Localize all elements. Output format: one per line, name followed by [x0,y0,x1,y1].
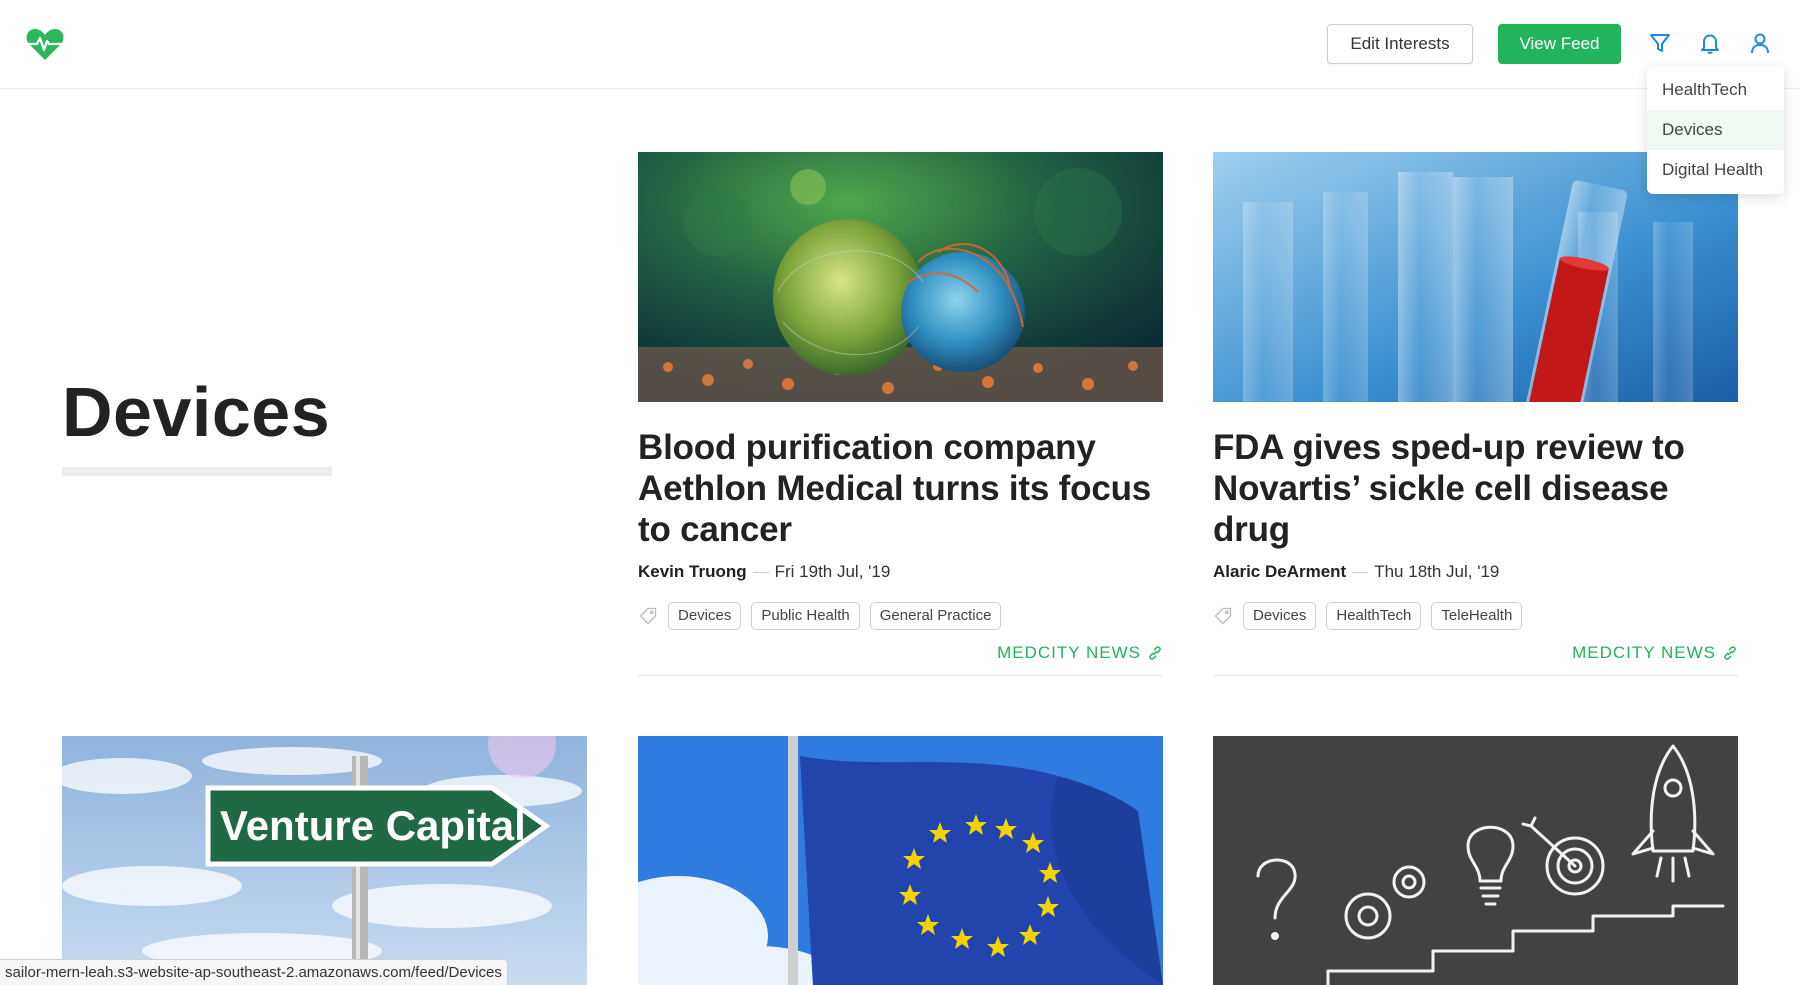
user-icon[interactable] [1745,28,1775,58]
meta-separator [752,571,769,573]
interests-dropdown-menu: HealthTech Devices Digital Health [1647,66,1784,194]
article-card: Blood purification company Aethlon Medic… [638,152,1163,676]
article-tags: Devices Public Health General Practice [638,602,1163,630]
tag-healthtech[interactable]: HealthTech [1326,602,1422,630]
top-nav-bar: Edit Interests View Feed [0,0,1800,89]
sign-text: Venture Capital [220,802,526,849]
article-tags: Devices HealthTech TeleHealth [1213,602,1738,630]
chalkboard-rocket-image[interactable] [1213,736,1738,985]
bell-icon[interactable] [1695,28,1725,58]
tag-icon [639,607,657,625]
tag-telehealth[interactable]: TeleHealth [1431,602,1523,630]
title-underline [62,467,332,476]
article-title[interactable]: FDA gives sped-up review to Novartis’ si… [1213,427,1738,550]
link-icon [1149,646,1161,660]
virus-cells-image[interactable] [638,152,1163,402]
source-link[interactable]: MEDCITY NEWS [1213,643,1738,663]
heart-pulse-icon[interactable] [25,26,65,62]
source-label: MEDCITY NEWS [1572,643,1716,662]
article-author: Alaric DeArment [1213,562,1347,581]
eu-flag-image[interactable] [638,736,1163,985]
article-card: FDA gives sped-up review to Novartis’ si… [1213,152,1738,676]
source-label: MEDCITY NEWS [997,643,1141,662]
card-divider [638,675,1163,676]
article-meta: Alaric DeArment Thu 18th Jul, '19 [1213,562,1738,582]
article-date: Thu 18th Jul, '19 [1374,562,1500,581]
tag-devices[interactable]: Devices [668,602,742,630]
edit-interests-button[interactable]: Edit Interests [1327,24,1473,64]
tag-devices[interactable]: Devices [1243,602,1317,630]
dropdown-item-devices[interactable]: Devices [1647,110,1784,150]
tag-icon [1214,607,1232,625]
browser-status-url: sailor-mern-leah.s3-website-ap-southeast… [0,959,508,985]
article-title[interactable]: Blood purification company Aethlon Medic… [638,427,1163,550]
view-feed-button[interactable]: View Feed [1498,24,1621,64]
article-author: Kevin Truong [638,562,747,581]
meta-separator [1352,571,1369,573]
article-date: Fri 19th Jul, '19 [774,562,891,581]
dropdown-item-healthtech[interactable]: HealthTech [1647,70,1784,110]
filter-icon[interactable] [1645,28,1675,58]
dropdown-item-digital-health[interactable]: Digital Health [1647,150,1784,190]
tag-general-practice[interactable]: General Practice [869,602,1002,630]
venture-capital-image[interactable]: Venture Capital [62,736,587,985]
link-icon [1724,646,1736,660]
page-title: Devices [62,373,331,451]
article-meta: Kevin Truong Fri 19th Jul, '19 [638,562,1163,582]
card-divider [1213,675,1738,676]
source-link[interactable]: MEDCITY NEWS [638,643,1163,663]
tag-public-health[interactable]: Public Health [751,602,860,630]
